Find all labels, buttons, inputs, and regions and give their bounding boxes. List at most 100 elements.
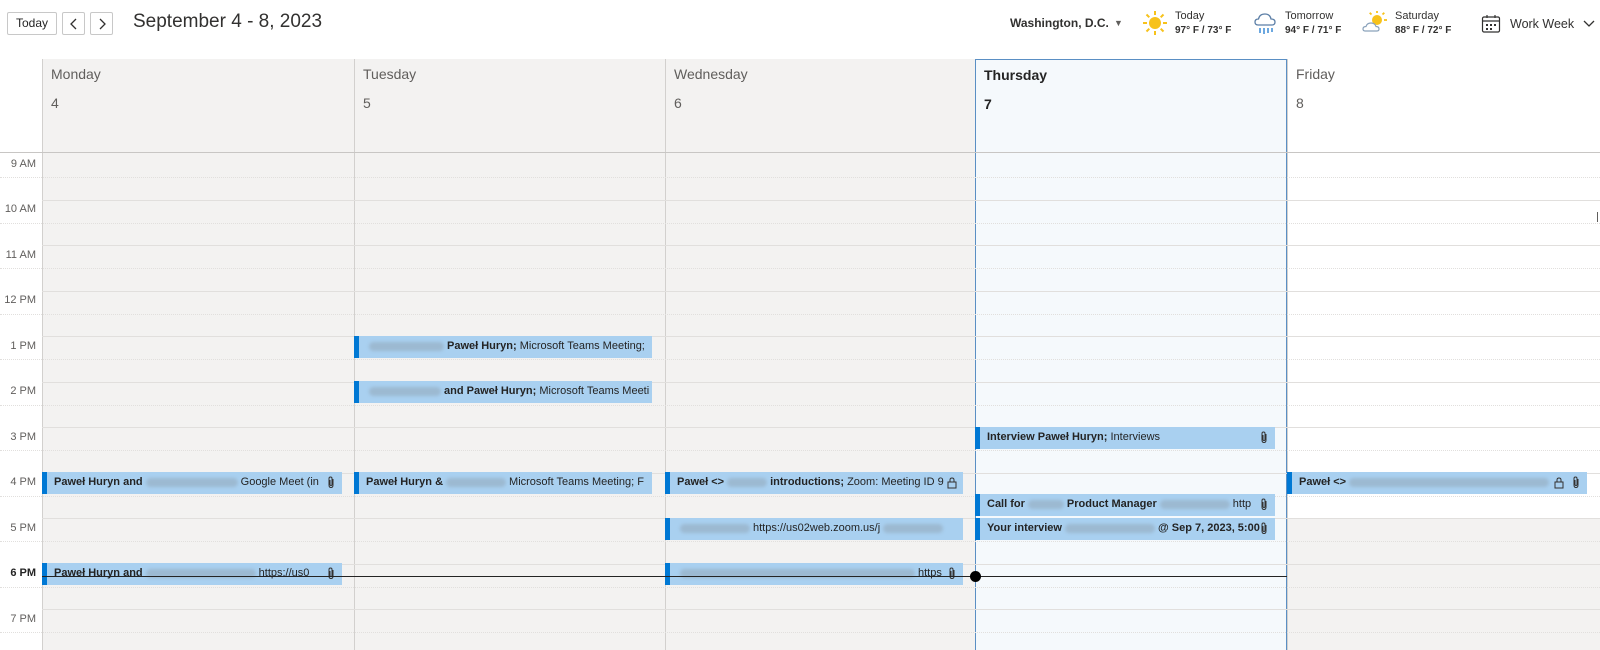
time-label: 4 PM	[10, 476, 36, 488]
hour-line	[42, 382, 1600, 383]
redacted-text	[727, 477, 768, 487]
after-hours-shading	[1288, 519, 1600, 650]
redacted-text	[680, 523, 750, 533]
paperclip-icon	[1261, 522, 1267, 535]
location-selector[interactable]: Washington, D.C.	[1010, 16, 1109, 30]
sun-icon	[1143, 11, 1167, 35]
half-hour-line	[0, 632, 1600, 633]
half-hour-line	[0, 268, 1600, 269]
day-name: Thursday	[984, 67, 1048, 83]
half-hour-line	[0, 450, 1600, 451]
hour-line	[42, 336, 1600, 337]
day-number: 4	[51, 95, 59, 111]
hour-line	[42, 609, 1600, 610]
event-friday-4pm[interactable]: Paweł <>	[1287, 472, 1587, 494]
time-label-current: 6 PM	[10, 567, 36, 579]
half-hour-line	[0, 359, 1600, 360]
current-time-line	[42, 576, 1287, 577]
day-name: Tuesday	[363, 66, 417, 82]
half-hour-line	[0, 541, 1600, 542]
paperclip-icon	[328, 476, 334, 489]
weather-temp: 97° F / 73° F	[1175, 25, 1232, 36]
event-tuesday-4pm[interactable]: Paweł Huryn & Microsoft Teams Meeting; F	[354, 472, 652, 494]
today-button[interactable]: Today	[7, 12, 57, 35]
calendar-icon	[1481, 15, 1501, 33]
paperclip-icon	[1261, 431, 1267, 444]
redacted-text	[883, 523, 944, 533]
half-hour-line	[0, 314, 1600, 315]
day-name: Monday	[51, 66, 101, 82]
day-column-friday[interactable]: Friday 8	[1287, 59, 1600, 650]
weather-temp: 88° F / 72° F	[1395, 25, 1452, 36]
paperclip-icon	[328, 567, 334, 580]
weather-label: Saturday	[1395, 10, 1440, 22]
event-thursday-interview[interactable]: Your interview @ Sep 7, 2023, 5:00	[975, 518, 1275, 540]
time-label: 1 PM	[10, 340, 36, 352]
event-tuesday-1pm[interactable]: Paweł Huryn; Microsoft Teams Meeting;	[354, 336, 652, 358]
view-label: Work Week	[1510, 17, 1575, 31]
day-column-monday[interactable]: Monday 4	[42, 59, 354, 650]
lock-icon	[947, 477, 957, 489]
day-number: 6	[674, 95, 682, 111]
date-range-title: September 4 - 8, 2023	[133, 11, 323, 32]
event-thursday-call[interactable]: Call for Product Manager http	[975, 494, 1275, 516]
chevron-right-icon	[99, 18, 106, 29]
hour-line	[42, 200, 1600, 201]
day-name: Wednesday	[674, 66, 748, 82]
lock-icon	[1554, 477, 1564, 489]
hour-line	[42, 427, 1600, 428]
previous-week-button[interactable]	[62, 12, 85, 35]
half-hour-line	[0, 177, 1600, 178]
redacted-text	[369, 341, 444, 351]
weather-saturday[interactable]: Saturday 88° F / 72° F	[1362, 8, 1462, 42]
day-number: 7	[984, 96, 992, 112]
time-label: 3 PM	[10, 431, 36, 443]
day-name: Friday	[1296, 66, 1335, 82]
rain-cloud-icon	[1254, 13, 1276, 34]
time-label: 5 PM	[10, 522, 36, 534]
event-wednesday-4pm[interactable]: Paweł <> introductions; Zoom: Meeting ID …	[665, 472, 963, 494]
event-wednesday-5pm[interactable]: https://us02web.zoom.us/j	[665, 518, 963, 540]
header-separator	[0, 152, 1600, 153]
chevron-down-icon	[1583, 20, 1595, 27]
caret-down-icon[interactable]: ▼	[1114, 18, 1123, 28]
event-monday-4pm[interactable]: Paweł Huryn and Google Meet (in	[42, 472, 342, 494]
day-number: 5	[363, 95, 371, 111]
half-hour-line	[0, 496, 1600, 497]
time-label: 12 PM	[4, 294, 36, 306]
current-time-marker	[970, 571, 981, 582]
event-wednesday-6pm[interactable]: https	[665, 563, 963, 585]
time-label: 2 PM	[10, 385, 36, 397]
redacted-text	[446, 477, 507, 487]
paperclip-icon	[1261, 498, 1267, 511]
event-tuesday-2pm[interactable]: and Paweł Huryn; Microsoft Teams Meeti	[354, 381, 652, 403]
hour-line	[42, 291, 1600, 292]
paperclip-icon	[949, 567, 955, 580]
chevron-left-icon	[69, 18, 76, 29]
redacted-text	[1159, 499, 1230, 509]
time-label: 7 PM	[10, 613, 36, 625]
redacted-text	[1349, 477, 1550, 487]
event-thursday-3pm[interactable]: Interview Paweł Huryn; Interviews	[975, 427, 1275, 449]
half-hour-line	[0, 223, 1600, 224]
scroll-edge	[1597, 212, 1598, 222]
day-column-wednesday[interactable]: Wednesday 6	[665, 59, 975, 650]
next-week-button[interactable]	[90, 12, 113, 35]
redacted-text	[1064, 523, 1155, 533]
half-hour-line	[0, 587, 1600, 588]
time-label: 9 AM	[10, 158, 36, 170]
day-column-thursday[interactable]: Thursday 7	[975, 59, 1287, 650]
weather-label: Today	[1175, 10, 1205, 22]
half-hour-line	[0, 405, 1600, 406]
weather-tomorrow[interactable]: Tomorrow 94° F / 71° F	[1252, 8, 1352, 42]
time-label: 11 AM	[5, 249, 36, 261]
redacted-text	[1027, 499, 1064, 509]
week-grid: Monday 4 Tuesday 5 Wednesday 6 Thursday …	[0, 59, 1600, 650]
weather-label: Tomorrow	[1285, 10, 1334, 22]
partly-sunny-icon	[1362, 11, 1387, 32]
paperclip-icon	[1573, 476, 1579, 489]
weather-temp: 94° F / 71° F	[1285, 25, 1342, 36]
redacted-text	[369, 386, 441, 396]
event-monday-6pm[interactable]: Paweł Huryn and https://us0	[42, 563, 342, 585]
weather-today[interactable]: Today 97° F / 73° F	[1142, 8, 1242, 42]
